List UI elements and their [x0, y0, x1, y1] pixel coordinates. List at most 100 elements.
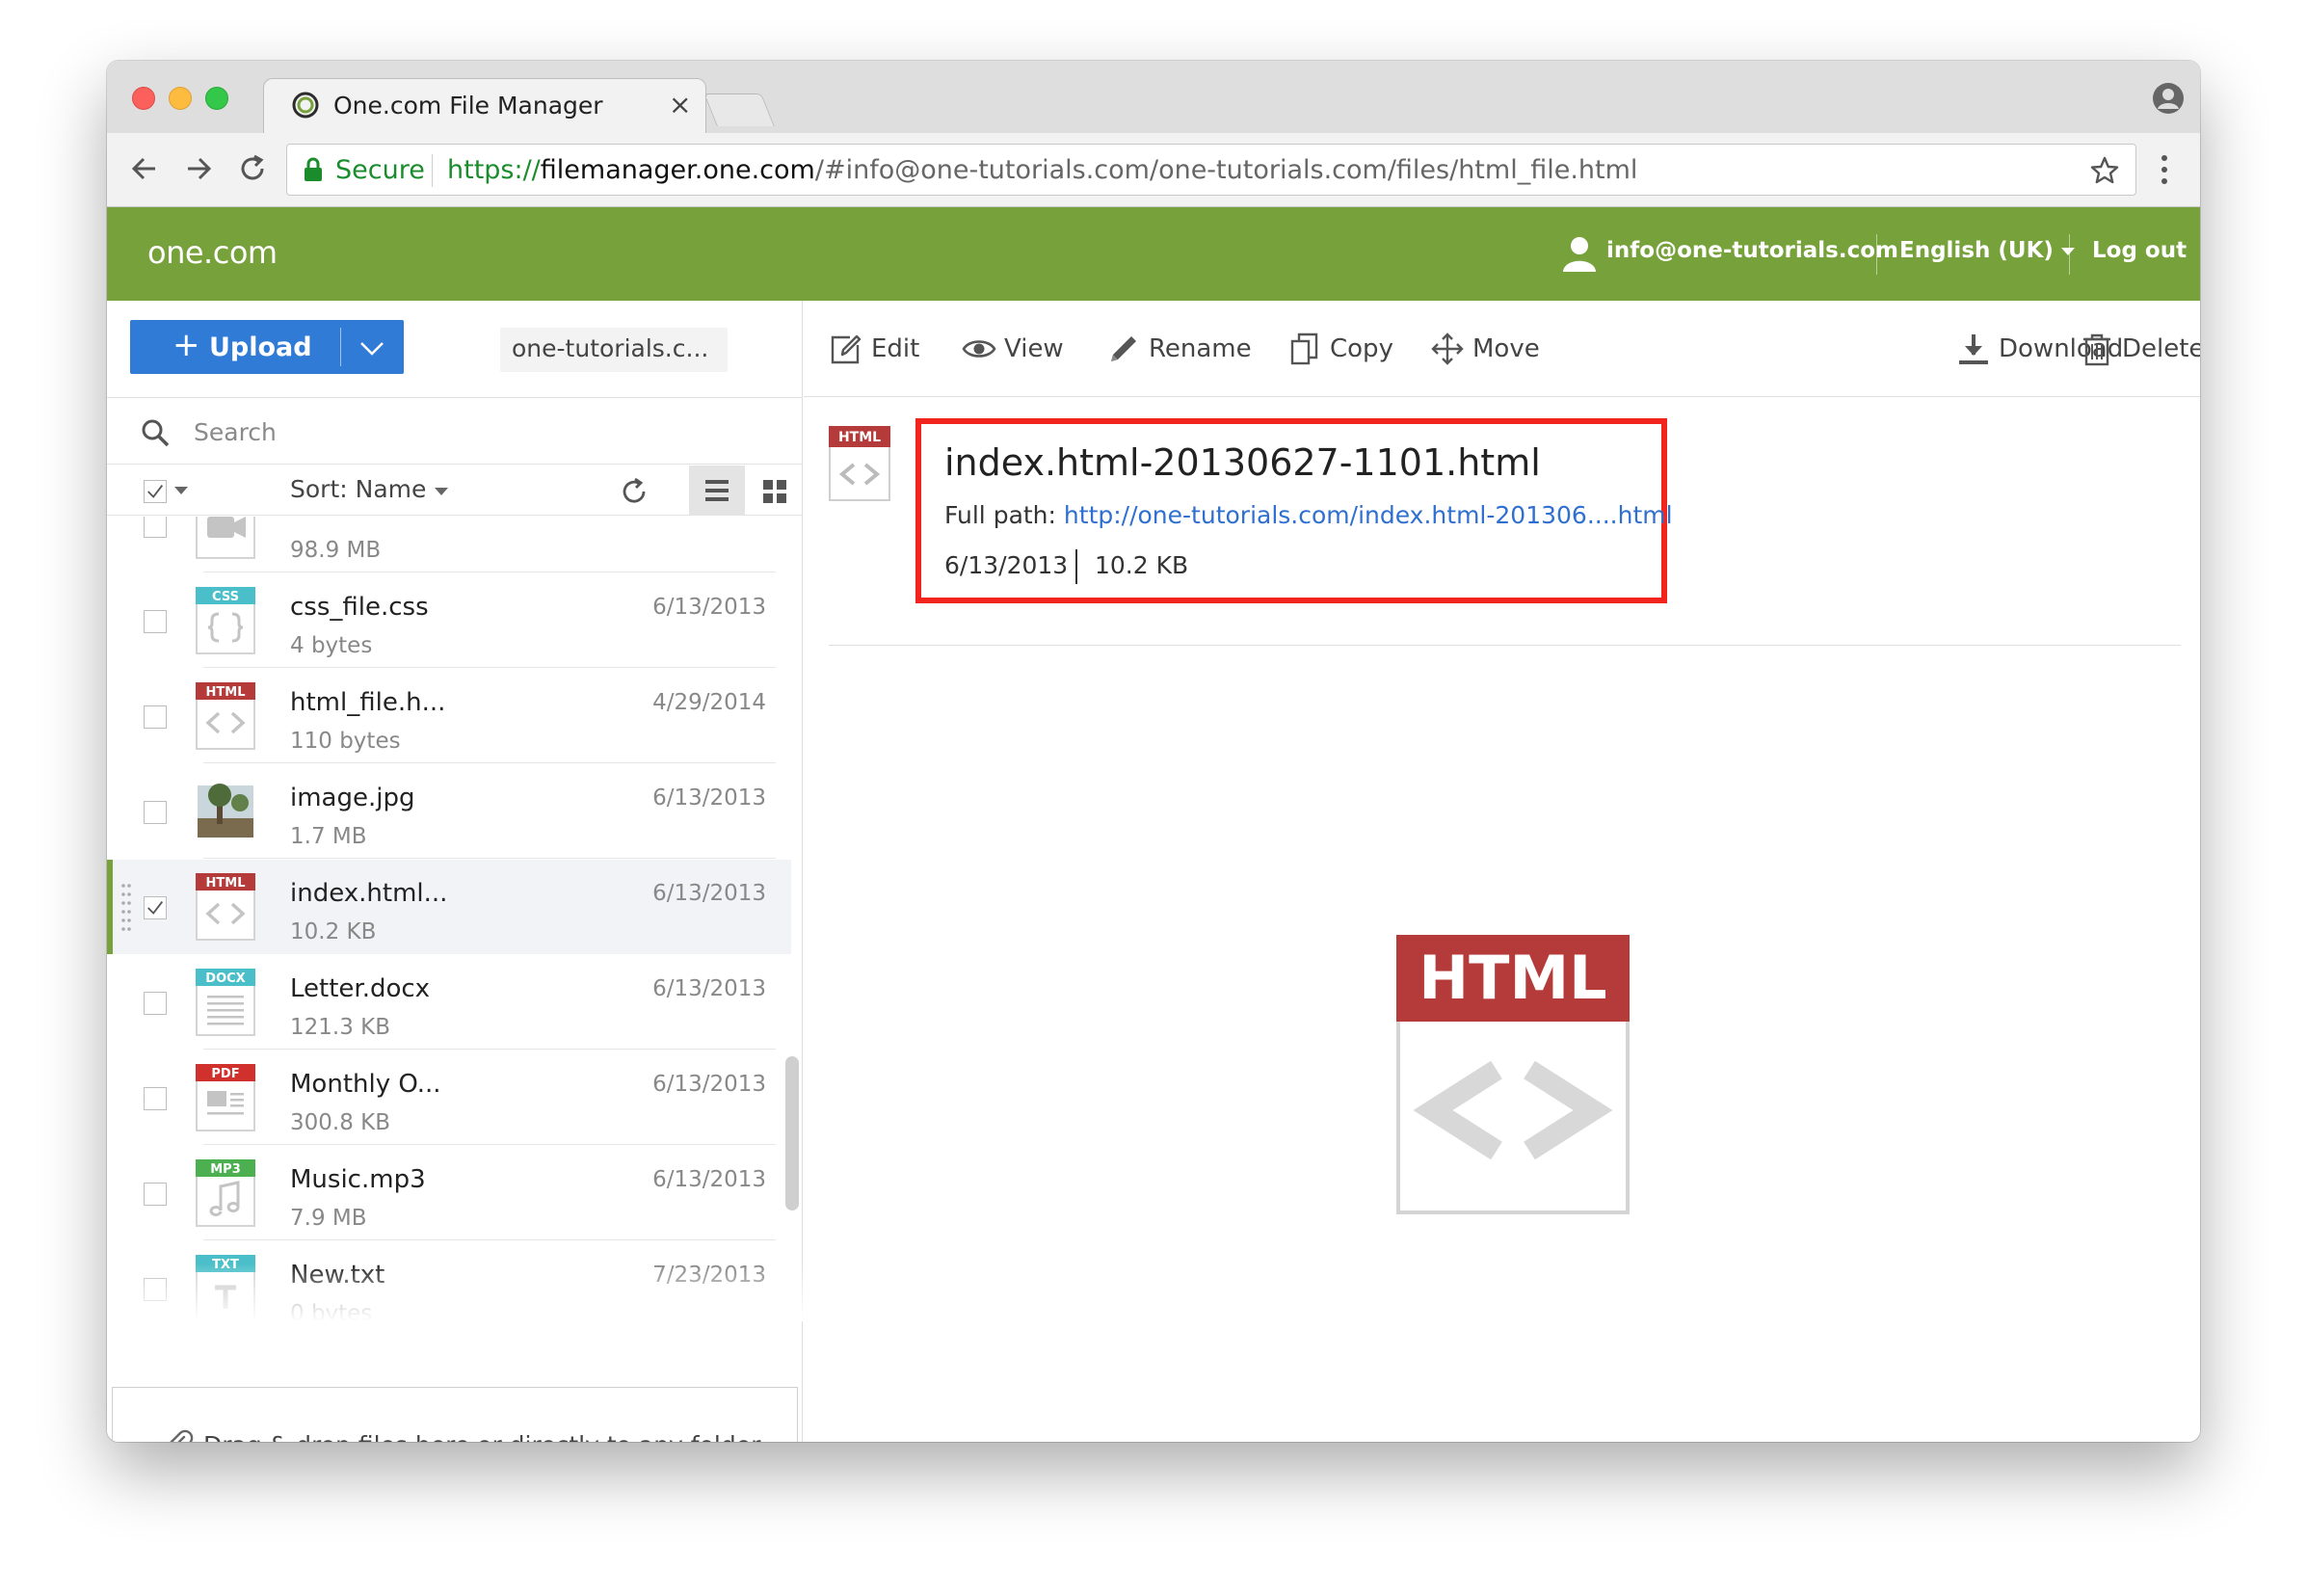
file-date: 6/13/2013: [944, 551, 1069, 579]
css-file-icon: CSS: [196, 587, 255, 654]
bookmark-star-icon[interactable]: [2089, 155, 2120, 186]
language-selector[interactable]: English (UK): [1899, 238, 2075, 263]
file-checkbox[interactable]: [144, 610, 167, 633]
address-bar[interactable]: Secure https://filemanager.one.com/#info…: [286, 144, 2136, 196]
back-arrow-icon[interactable]: [126, 150, 163, 187]
rename-button[interactable]: Rename: [1106, 332, 1252, 370]
file-checkbox[interactable]: [144, 1087, 167, 1110]
file-row[interactable]: CSS css_file.css 4 bytes 6/13/2013: [107, 573, 791, 668]
file-checkbox[interactable]: [144, 992, 167, 1015]
file-size: 98.9 MB: [290, 538, 382, 563]
detail-divider: [829, 645, 2181, 646]
file-row[interactable]: HTML index.html... 10.2 KB 6/13/2013: [107, 860, 791, 954]
file-type-badge: HTML: [838, 430, 881, 445]
delete-button[interactable]: Delete: [2080, 332, 2200, 370]
tab-close-icon[interactable]: ×: [669, 89, 691, 120]
url-path: /#info@one-tutorials.com/one-tutorials.c…: [814, 155, 1638, 185]
file-date: 6/13/2013: [652, 785, 766, 811]
upload-button[interactable]: + Upload: [130, 320, 340, 374]
file-checkbox[interactable]: [144, 896, 167, 919]
language-label: English (UK): [1899, 238, 2054, 263]
sort-toolbar: Sort: Name: [107, 466, 803, 516]
edit-button[interactable]: Edit: [829, 332, 925, 370]
tab-strip: One.com File Manager ×: [107, 61, 2200, 134]
full-path-link[interactable]: http://one-tutorials.com/index.html-2013…: [1064, 501, 1673, 529]
list-view-button[interactable]: [689, 466, 745, 516]
file-date: 6/13/2013: [652, 881, 766, 906]
copy-button[interactable]: Copy: [1287, 332, 1393, 370]
delete-label: Delete: [2122, 334, 2200, 363]
url-host: filemanager.one.com: [540, 155, 815, 185]
select-all-checkbox[interactable]: [144, 480, 167, 503]
file-size: 121.3 KB: [290, 1015, 391, 1040]
row-divider: [203, 1049, 776, 1050]
move-label: Move: [1472, 334, 1540, 363]
url-scheme: https://: [447, 155, 541, 185]
refresh-icon[interactable]: [618, 475, 650, 508]
profile-icon[interactable]: [2152, 82, 2185, 115]
logout-link[interactable]: Log out: [2092, 238, 2187, 263]
browser-menu-icon[interactable]: [2160, 152, 2169, 187]
file-name: Monthly O...: [290, 1070, 441, 1099]
file-checkbox[interactable]: [144, 517, 167, 538]
html-preview-icon: HTML: [1396, 935, 1630, 1214]
secure-label: Secure: [335, 155, 425, 185]
download-icon: [1959, 334, 1988, 364]
drag-handle-icon[interactable]: [120, 881, 132, 935]
edit-icon: [831, 334, 862, 364]
file-checkbox[interactable]: [144, 705, 167, 729]
grid-view-button[interactable]: [747, 466, 803, 516]
plus-icon: +: [172, 326, 200, 364]
file-checkbox[interactable]: [144, 801, 167, 824]
file-checkbox[interactable]: [144, 1183, 167, 1206]
new-tab-button[interactable]: [703, 93, 775, 126]
file-list-scrollbar[interactable]: [785, 1056, 799, 1210]
file-size: 10.2 KB: [1095, 551, 1189, 579]
list-fade: [107, 1264, 803, 1321]
file-row[interactable]: HTML html_file.h... 110 bytes 4/29/2014: [107, 669, 791, 763]
file-row[interactable]: DOCX Letter.docx 121.3 KB 6/13/2013: [107, 955, 791, 1050]
meta-divider: [1075, 549, 1077, 584]
move-button[interactable]: Move: [1430, 332, 1546, 370]
file-row[interactable]: 98.9 MB: [107, 517, 791, 572]
upload-dropdown-chevron-icon[interactable]: [356, 332, 388, 364]
domain-selector[interactable]: one-tutorials.c...: [500, 328, 728, 372]
file-name: css_file.css: [290, 593, 429, 622]
url-text[interactable]: https://filemanager.one.com/#info@one-tu…: [447, 155, 1637, 185]
file-browser-pane: + Upload one-tutorials.c... Search Sort:…: [107, 301, 803, 1442]
one-com-favicon-icon: [292, 92, 319, 119]
lock-icon: [305, 157, 322, 181]
video-file-icon: [196, 517, 255, 559]
move-arrows-icon: [1431, 332, 1464, 365]
drop-zone-text: Drag & drop files here or directly to an…: [203, 1431, 766, 1442]
close-window-button[interactable]: [132, 87, 155, 110]
sort-caret-icon[interactable]: [435, 488, 448, 495]
view-button[interactable]: View: [962, 332, 1068, 370]
html-file-icon: HTML: [196, 873, 255, 941]
user-icon: [1563, 237, 1596, 272]
select-menu-caret-icon[interactable]: [174, 487, 188, 494]
file-date: 6/13/2013: [652, 1072, 766, 1097]
file-size: 1.7 MB: [290, 824, 367, 849]
minimize-window-button[interactable]: [169, 87, 192, 110]
file-date: 4/29/2014: [652, 690, 766, 715]
drop-zone[interactable]: Drag & drop files here or directly to an…: [112, 1387, 798, 1442]
reload-icon[interactable]: [234, 150, 271, 187]
user-email-link[interactable]: info@one-tutorials.com: [1606, 238, 1898, 263]
file-type-badge: HTML: [206, 685, 246, 700]
file-name: html_file.h...: [290, 688, 446, 717]
file-row[interactable]: image.jpg 1.7 MB 6/13/2013: [107, 764, 791, 859]
forward-arrow-icon[interactable]: [180, 150, 217, 187]
file-date: 6/13/2013: [652, 595, 766, 620]
file-row[interactable]: PDF Monthly O... 300.8 KB 6/13/2013: [107, 1051, 791, 1145]
maximize-window-button[interactable]: [205, 87, 228, 110]
copy-label: Copy: [1330, 334, 1393, 363]
file-name-title: index.html-20130627-1101.html: [944, 441, 1541, 484]
docx-file-icon: DOCX: [196, 969, 255, 1036]
browser-tab[interactable]: One.com File Manager ×: [263, 78, 706, 134]
file-row[interactable]: MP3 Music.mp3 7.9 MB 6/13/2013: [107, 1146, 791, 1240]
file-type-badge: DOCX: [205, 971, 245, 986]
sort-dropdown[interactable]: Sort: Name: [290, 475, 426, 503]
search-input[interactable]: [194, 412, 753, 452]
one-com-logo[interactable]: one.com: [147, 234, 278, 271]
